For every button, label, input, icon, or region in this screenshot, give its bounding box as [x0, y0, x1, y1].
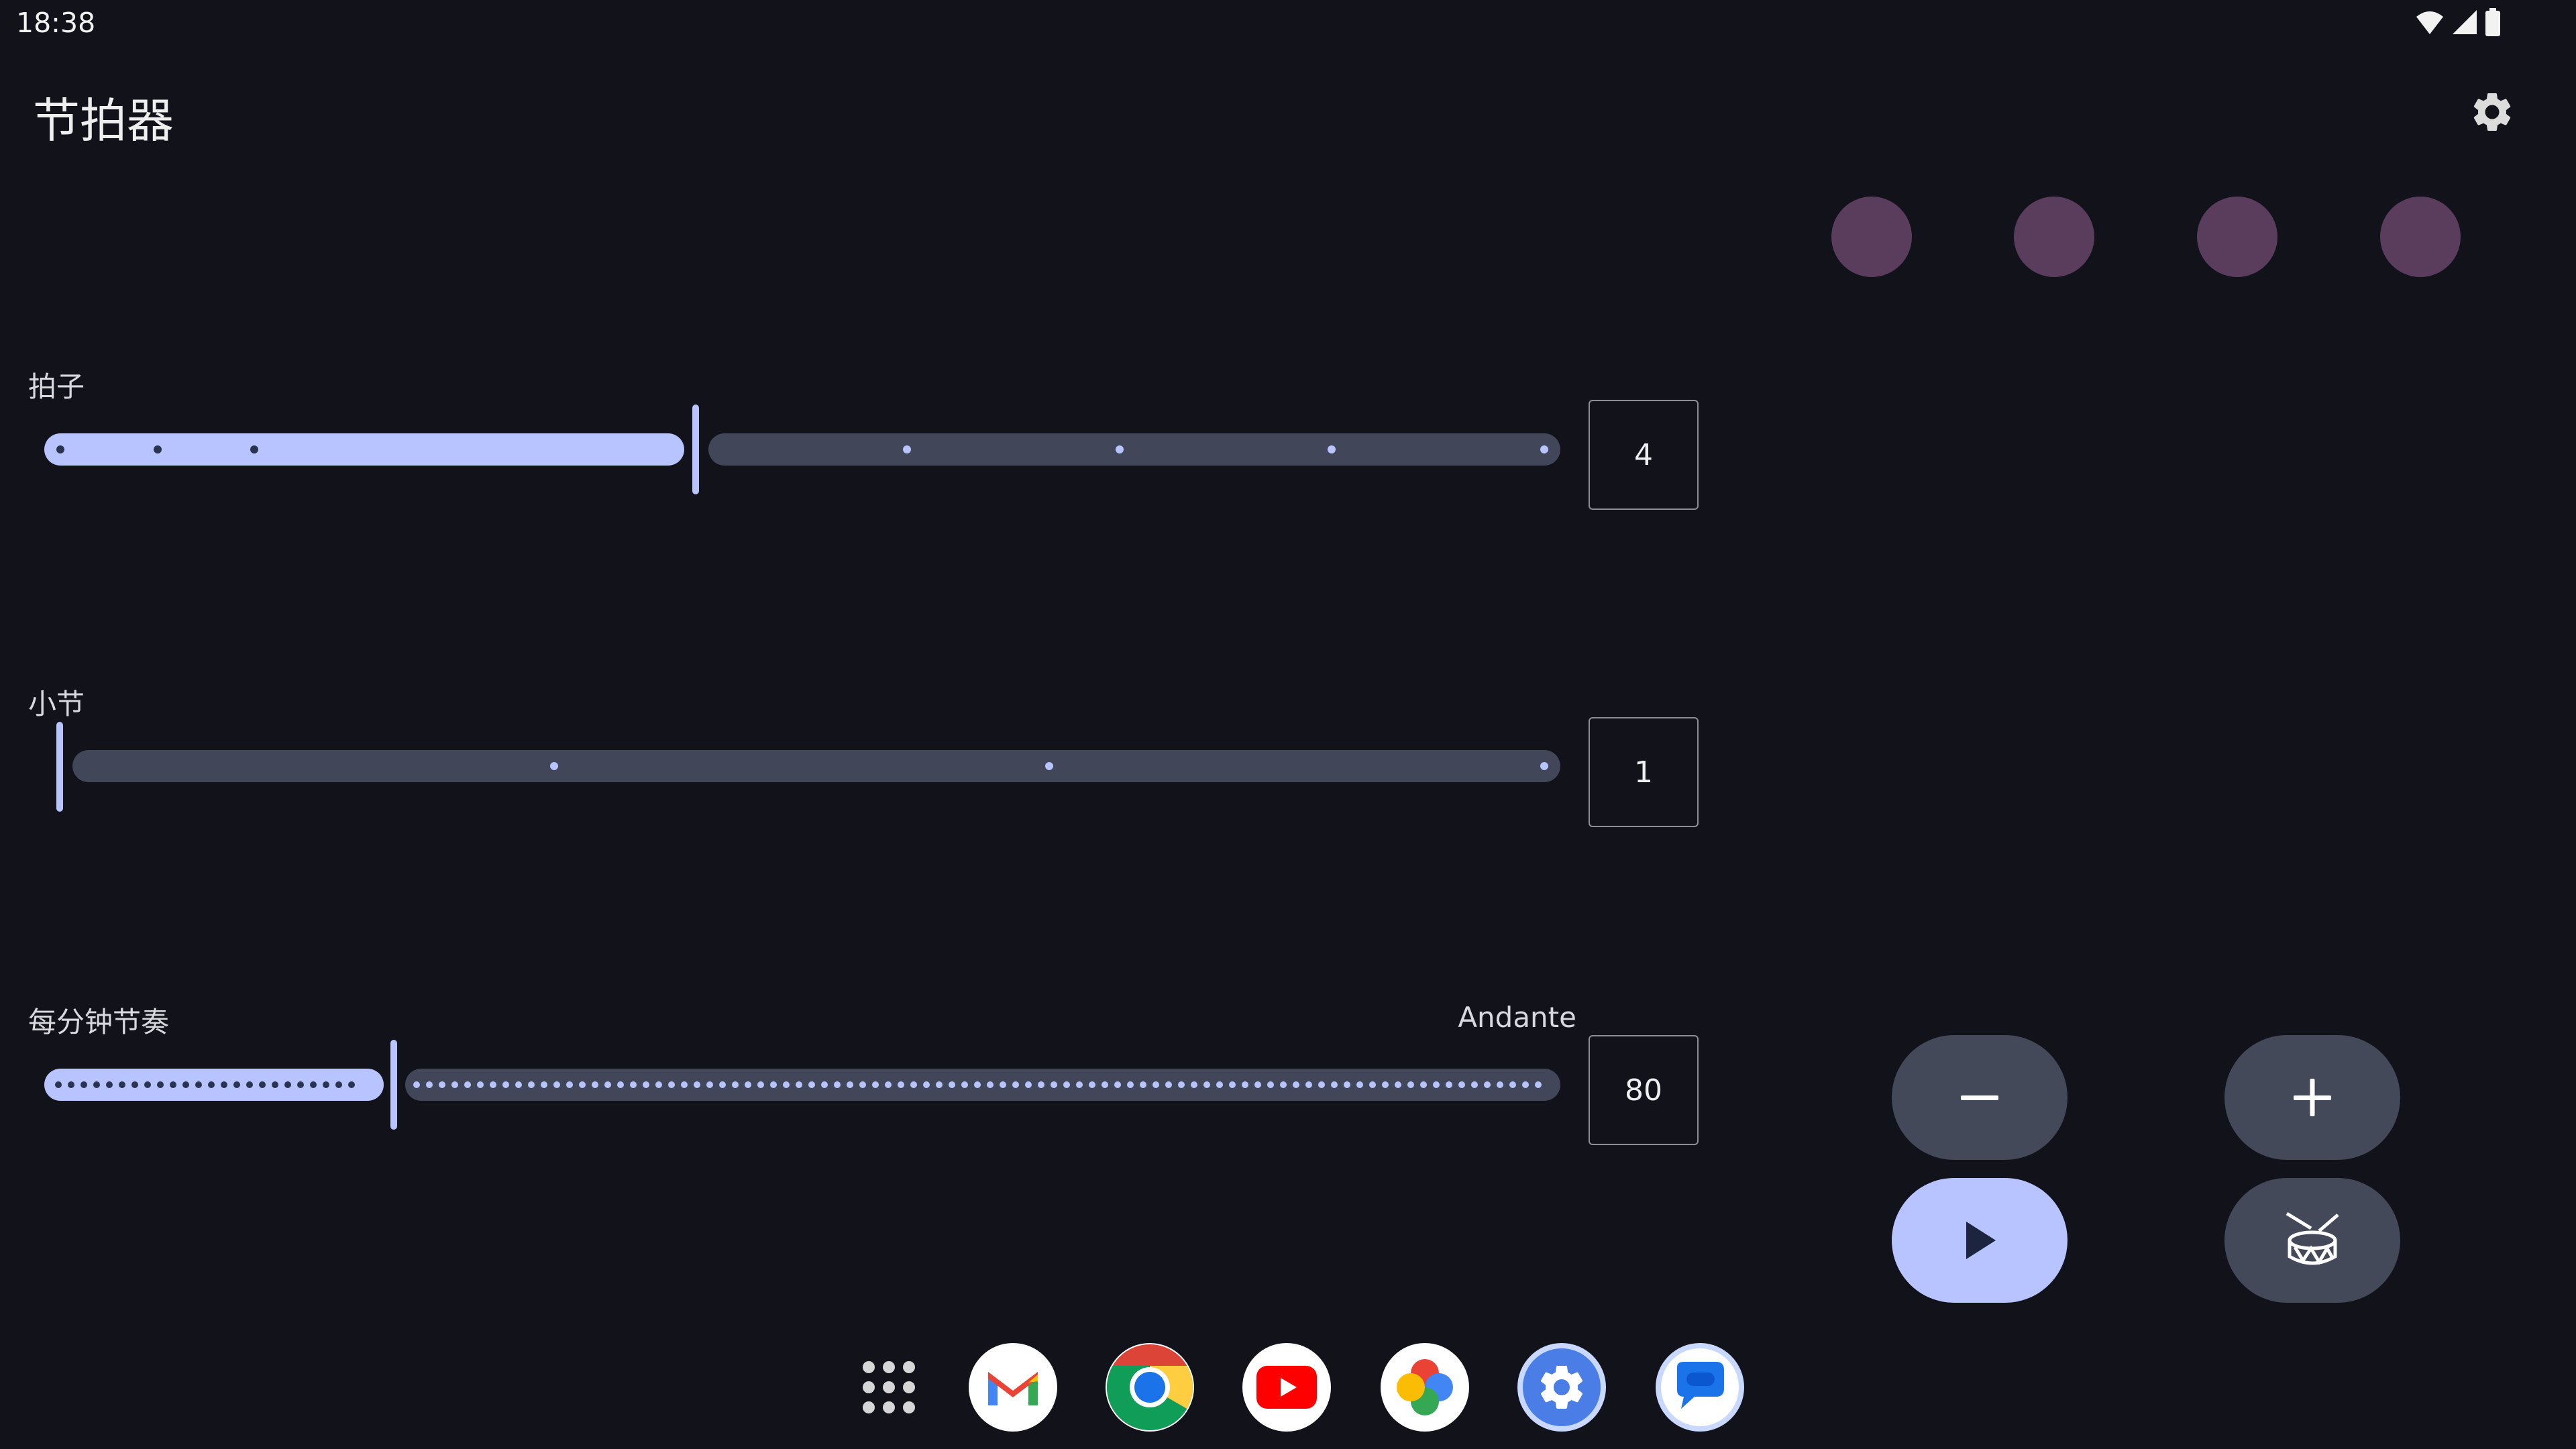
status-time: 18:38 — [16, 7, 96, 39]
bpm-value-field[interactable]: 80 — [1589, 1035, 1699, 1145]
bpm-slider-thumb[interactable] — [390, 1040, 397, 1130]
beat-indicator — [2014, 197, 2094, 277]
battery-icon — [2485, 8, 2500, 36]
drum-sound-button[interactable] — [2224, 1178, 2400, 1303]
youtube-icon[interactable] — [1242, 1343, 1331, 1432]
gmail-icon[interactable] — [969, 1343, 1057, 1432]
beats-slider-active-track — [44, 433, 684, 466]
bars-label: 小节 — [28, 688, 85, 720]
beats-label: 拍子 — [28, 370, 85, 403]
plus-icon — [2294, 1079, 2331, 1116]
minus-icon — [1961, 1095, 1998, 1100]
bpm-slider-active-track — [44, 1069, 384, 1101]
beat-indicator — [2197, 197, 2277, 277]
cell-signal-icon — [2453, 10, 2477, 34]
beat-indicator — [1831, 197, 1912, 277]
beats-value-field[interactable]: 4 — [1589, 400, 1699, 510]
app-title: 节拍器 — [33, 93, 174, 148]
decrease-tempo-button[interactable] — [1892, 1035, 2068, 1160]
chrome-icon[interactable] — [1106, 1343, 1194, 1432]
bpm-slider-inactive-track — [405, 1069, 1560, 1101]
settings-gear-icon[interactable] — [2469, 89, 2516, 136]
settings-app-icon[interactable] — [1517, 1343, 1606, 1432]
photos-icon[interactable] — [1381, 1343, 1469, 1432]
bpm-label: 每分钟节奏 — [28, 1006, 170, 1038]
beat-indicator — [2380, 197, 2461, 277]
play-icon — [1966, 1222, 1996, 1259]
wifi-icon — [2416, 11, 2443, 34]
drum-icon — [2286, 1212, 2339, 1265]
beats-slider-inactive-track — [708, 433, 1560, 466]
messages-icon[interactable] — [1656, 1343, 1744, 1432]
tempo-name: Andante — [1458, 1001, 1576, 1034]
app-drawer-icon[interactable] — [844, 1343, 934, 1432]
bars-slider-inactive-track — [72, 750, 1560, 782]
beats-slider-thumb[interactable] — [692, 405, 699, 494]
bars-value-field[interactable]: 1 — [1589, 717, 1699, 827]
bars-slider-thumb[interactable] — [56, 722, 63, 812]
increase-tempo-button[interactable] — [2224, 1035, 2400, 1160]
play-button[interactable] — [1892, 1178, 2068, 1303]
status-icons — [2415, 8, 2501, 36]
